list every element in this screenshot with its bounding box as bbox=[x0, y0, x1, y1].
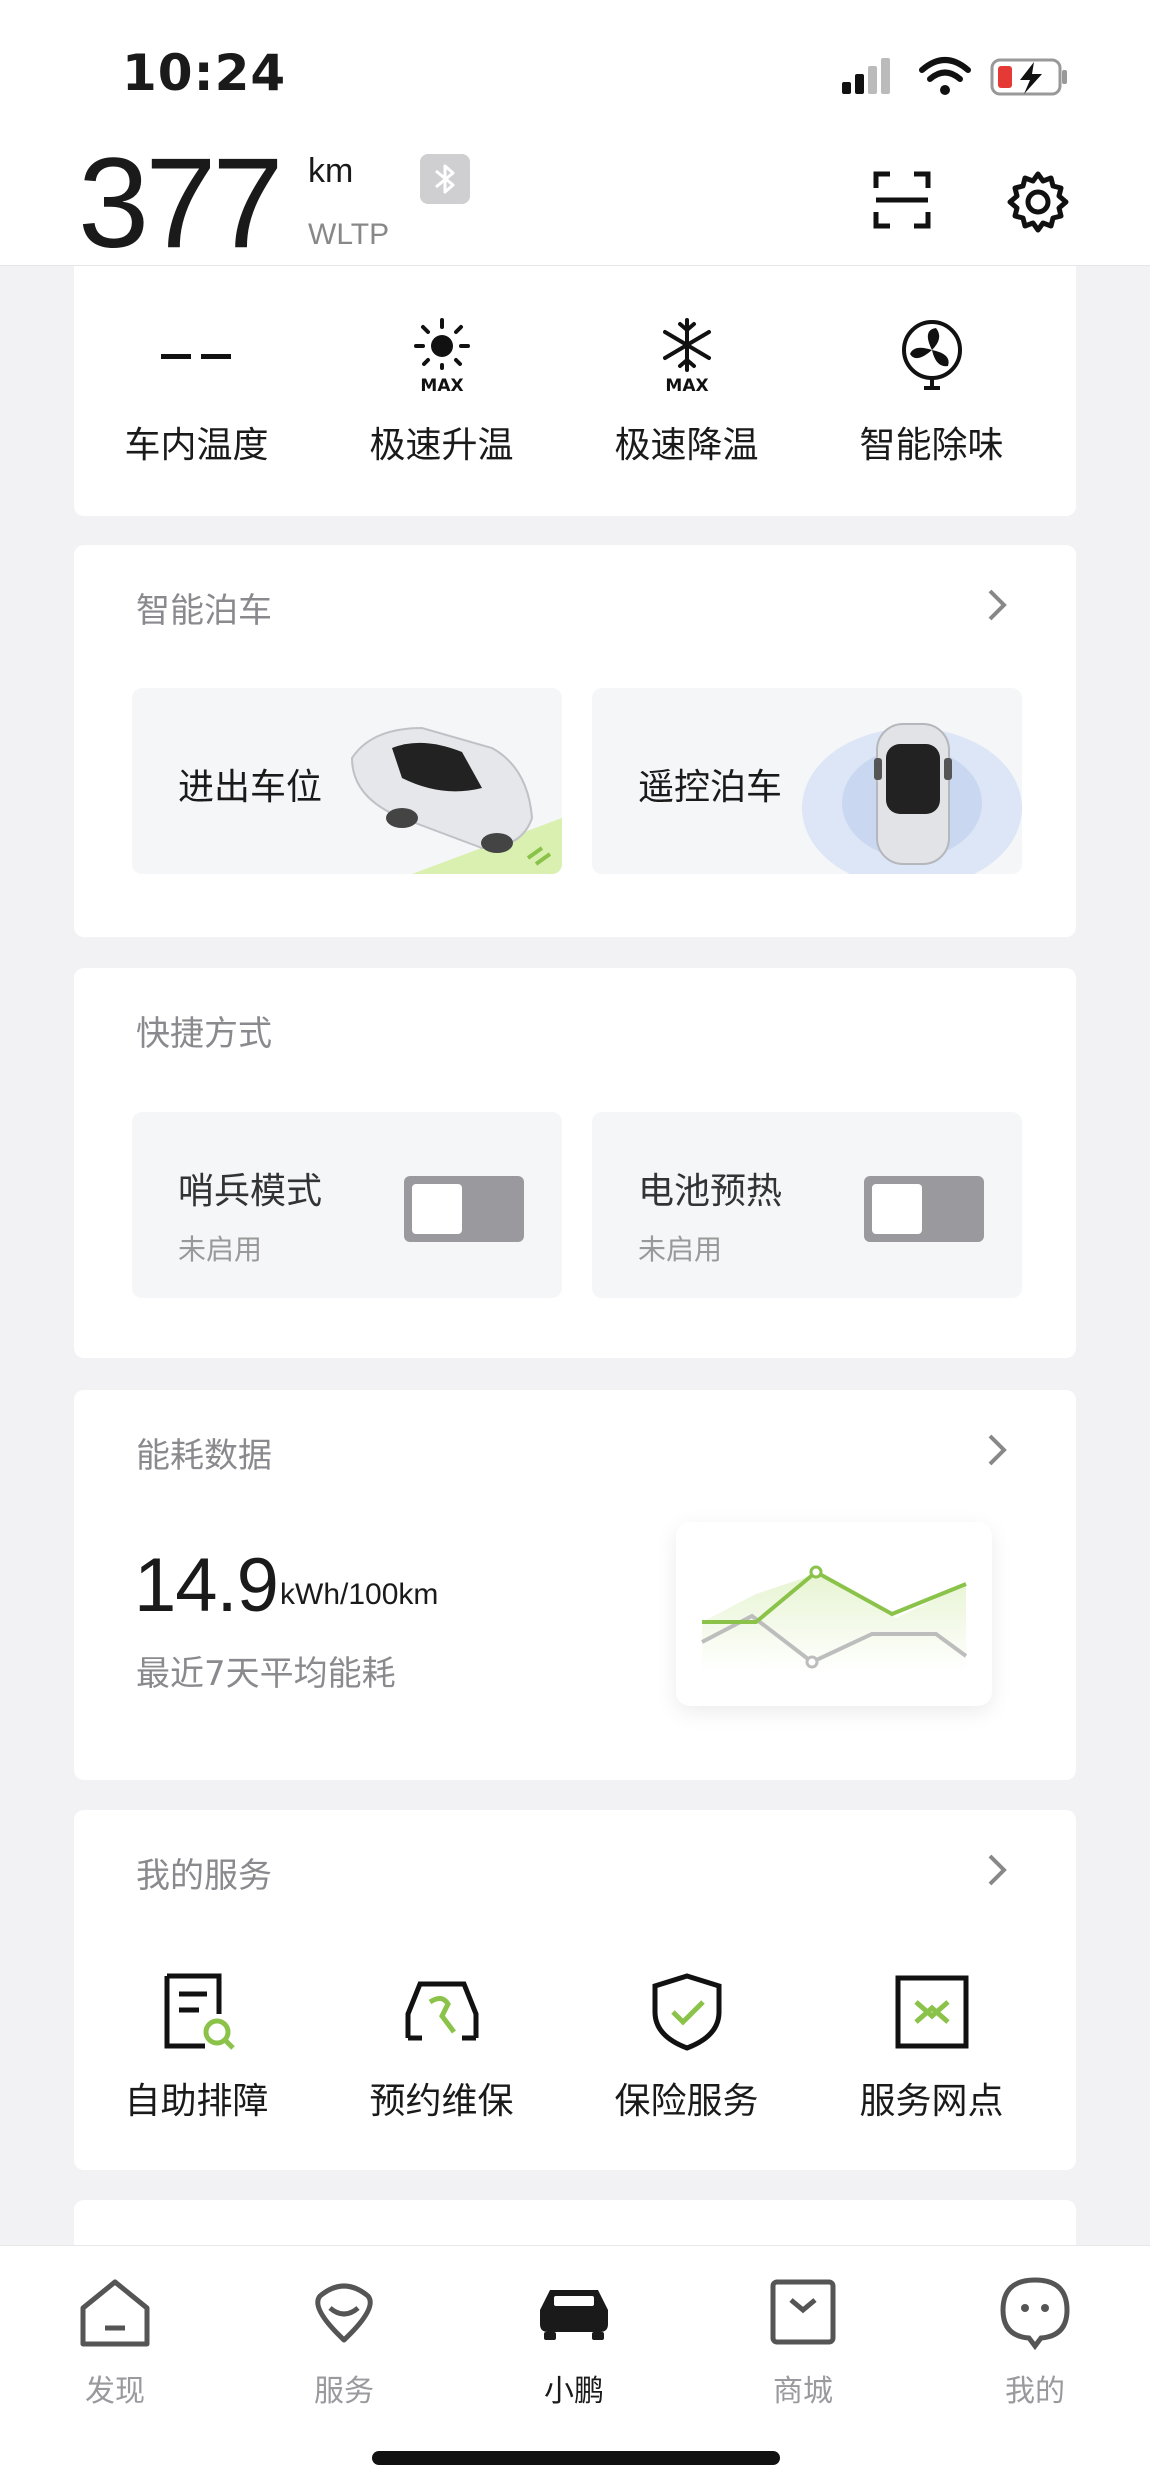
shortcut-state: 未启用 bbox=[638, 1233, 723, 1266]
shortcut-name: 电池预热 bbox=[638, 1171, 783, 1212]
remote-parking-illustration bbox=[802, 723, 1022, 874]
status-time: 10:24 bbox=[122, 44, 287, 102]
tab-label: 小鹏 bbox=[544, 2374, 604, 2409]
home-indicator bbox=[372, 2451, 780, 2465]
service-map-icon bbox=[895, 1975, 968, 2049]
service-heart-icon bbox=[315, 2283, 373, 2343]
scan-icon[interactable] bbox=[872, 170, 932, 230]
shopping-bag-icon bbox=[770, 2279, 836, 2345]
chevron-right-icon[interactable] bbox=[982, 1852, 1012, 1888]
shortcut-state: 未启用 bbox=[178, 1233, 263, 1266]
snowflake-max-icon: MAX bbox=[662, 318, 711, 396]
tab-xpeng[interactable]: 小鹏 bbox=[499, 2274, 649, 2410]
climate-card: 车内温度 MAX 极速升温 MAX 极速降温 智能除味 bbox=[74, 250, 1076, 516]
service-label: 自助排障 bbox=[124, 2081, 269, 2122]
range-standard: WLTP bbox=[308, 218, 390, 251]
smart-deodorize-button[interactable]: 智能除味 bbox=[809, 316, 1054, 468]
tab-label: 服务 bbox=[314, 2374, 374, 2409]
battery-charging-icon bbox=[990, 58, 1067, 96]
car-maintenance-icon bbox=[405, 1981, 478, 2041]
tab-service[interactable]: 服务 bbox=[269, 2274, 419, 2410]
parking-in-out-tile[interactable]: 进出车位 bbox=[132, 688, 562, 874]
climate-label: 智能除味 bbox=[859, 425, 1004, 466]
service-label: 服务网点 bbox=[859, 2081, 1004, 2122]
card-title: 能耗数据 bbox=[136, 1436, 272, 1476]
sentry-mode-toggle[interactable] bbox=[404, 1176, 524, 1242]
cabin-temperature[interactable]: 车内温度 bbox=[74, 316, 319, 468]
self-diagnose-button[interactable]: 自助排障 bbox=[74, 1972, 319, 2124]
service-label: 保险服务 bbox=[614, 2081, 759, 2122]
energy-value: 14.9 bbox=[134, 1543, 279, 1628]
service-label: 预约维保 bbox=[369, 2081, 514, 2122]
energy-trend-thumbnail bbox=[676, 1522, 992, 1706]
card-title: 我的服务 bbox=[136, 1856, 272, 1896]
range-value: 377 bbox=[78, 132, 284, 275]
home-icon bbox=[80, 2279, 150, 2347]
card-title: 快捷方式 bbox=[136, 1014, 272, 1054]
battery-preheat-toggle[interactable] bbox=[864, 1176, 984, 1242]
temperature-dash-icon bbox=[160, 354, 231, 359]
maintenance-booking-button[interactable]: 预约维保 bbox=[319, 1972, 564, 2124]
tab-label: 我的 bbox=[1005, 2374, 1065, 2409]
battery-preheat-tile: 电池预热 未启用 bbox=[592, 1112, 1022, 1298]
sentry-mode-tile: 哨兵模式 未启用 bbox=[132, 1112, 562, 1298]
energy-card[interactable]: 能耗数据 14.9 kWh/100km 最近7天平均能耗 bbox=[74, 1390, 1076, 1780]
remote-parking-tile[interactable]: 遥控泊车 bbox=[592, 688, 1022, 874]
tab-label: 商城 bbox=[773, 2374, 833, 2409]
tile-label: 遥控泊车 bbox=[638, 767, 783, 808]
services-card: 我的服务 自助排障 预约维保 保险服务 服务网点 bbox=[74, 1810, 1076, 2170]
shortcuts-card: 快捷方式 哨兵模式 未启用 电池预热 未启用 bbox=[74, 968, 1076, 1358]
tab-label: 发现 bbox=[85, 2374, 145, 2409]
energy-unit: kWh/100km bbox=[280, 1578, 439, 1611]
card-title: 智能泊车 bbox=[136, 591, 272, 631]
shortcut-name: 哨兵模式 bbox=[178, 1171, 323, 1212]
climate-label: 极速升温 bbox=[369, 425, 514, 466]
svg-text:MAX: MAX bbox=[420, 376, 463, 396]
cellular-signal-icon bbox=[842, 58, 890, 94]
climate-label: 车内温度 bbox=[124, 425, 269, 466]
smart-parking-card: 智能泊车 进出车位 遥控泊车 bbox=[74, 545, 1076, 937]
range-unit: km bbox=[308, 152, 354, 190]
rapid-heat-button[interactable]: MAX 极速升温 bbox=[319, 316, 564, 468]
bluetooth-icon[interactable] bbox=[420, 154, 470, 204]
svg-text:MAX: MAX bbox=[665, 376, 708, 396]
chevron-right-icon[interactable] bbox=[982, 587, 1012, 623]
service-outlets-button[interactable]: 服务网点 bbox=[809, 1972, 1054, 2124]
tile-label: 进出车位 bbox=[178, 767, 323, 808]
wifi-icon bbox=[919, 57, 971, 95]
insurance-service-button[interactable]: 保险服务 bbox=[564, 1972, 809, 2124]
fan-icon bbox=[901, 320, 962, 390]
settings-gear-icon[interactable] bbox=[1006, 170, 1070, 234]
chevron-right-icon[interactable] bbox=[982, 1432, 1012, 1468]
energy-subtitle: 最近7天平均能耗 bbox=[136, 1654, 396, 1694]
top-bar: 10:24 377 km WLTP bbox=[0, 0, 1150, 275]
tab-discover[interactable]: 发现 bbox=[40, 2274, 190, 2410]
car-icon bbox=[540, 2290, 608, 2340]
self-diagnose-icon bbox=[164, 1973, 235, 2050]
climate-label: 极速降温 bbox=[614, 425, 759, 466]
car-parking-illustration bbox=[350, 726, 562, 874]
tab-mine[interactable]: 我的 bbox=[960, 2274, 1110, 2410]
profile-face-icon bbox=[1000, 2277, 1070, 2350]
tab-mall[interactable]: 商城 bbox=[728, 2274, 878, 2410]
rapid-cool-button[interactable]: MAX 极速降温 bbox=[564, 316, 809, 468]
insurance-shield-icon bbox=[652, 1973, 721, 2051]
sun-max-icon: MAX bbox=[413, 318, 470, 396]
